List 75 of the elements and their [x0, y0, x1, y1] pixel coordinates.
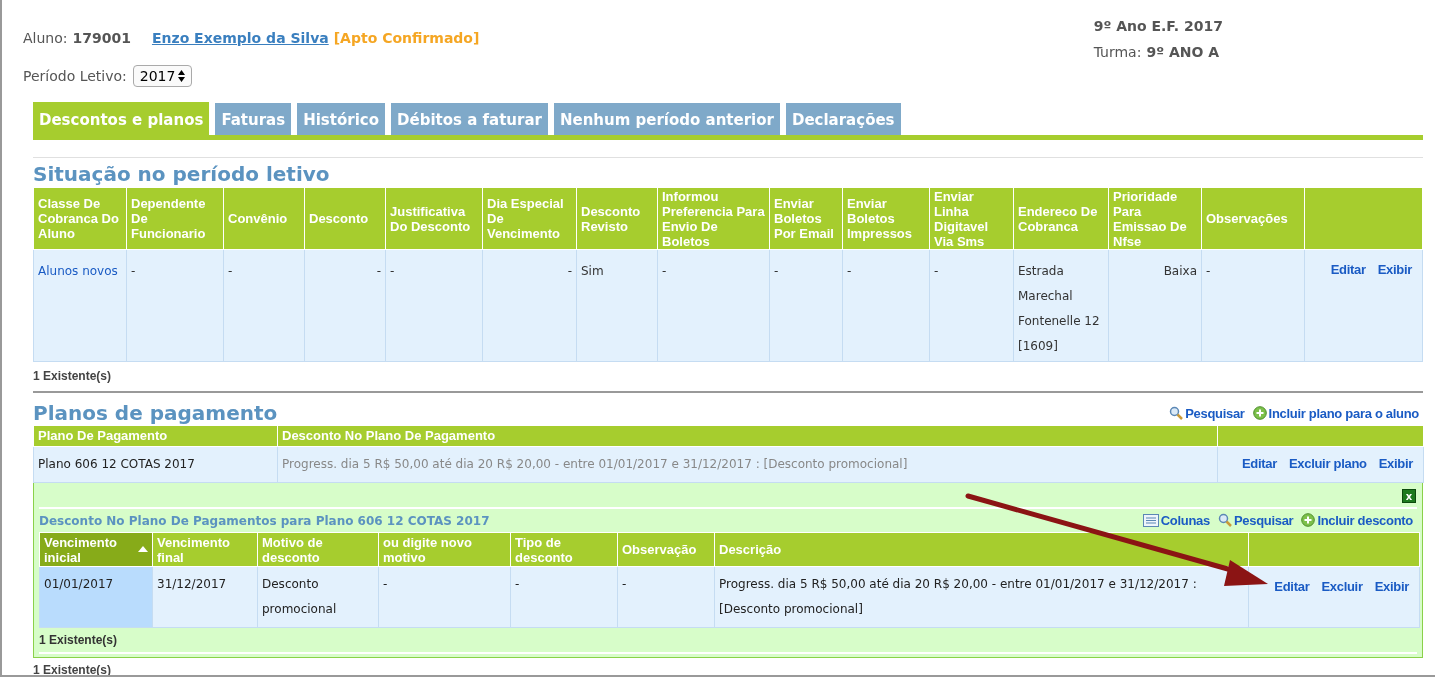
section-title: Situação no período letivo — [33, 161, 331, 187]
table-cell: Estrada Marechal Fontenelle 12 [1609] — [1013, 249, 1109, 362]
action-link[interactable]: Excluir — [1321, 577, 1363, 597]
detail-title: Desconto No Plano De Pagamentos para Plano 606 12 COTAS 2017 — [39, 513, 490, 530]
toolbar-link[interactable]: Colunas — [1142, 510, 1210, 530]
toolbar-link[interactable]: Pesquisar — [1169, 403, 1245, 423]
toolbar-link[interactable]: Pesquisar — [1217, 510, 1294, 530]
column-header: Prioridade Para Emissao De Nfse — [1108, 187, 1202, 250]
column-header: Enviar Boletos Por Email — [769, 187, 843, 250]
section-title: Planos de pagamento — [33, 401, 278, 425]
table-cell: - — [657, 249, 770, 362]
column-header: Convênio — [223, 187, 305, 250]
plus-icon — [1252, 406, 1267, 421]
column-header: Enviar Linha Digitavel Via Sms — [929, 187, 1014, 250]
class-link[interactable]: Alunos novos — [33, 249, 127, 362]
toolbar-link[interactable]: Incluir desconto — [1301, 510, 1413, 530]
table-cell: - — [482, 249, 577, 362]
table-cell: - — [769, 249, 843, 362]
student-status: [Apto Confirmado] — [333, 29, 480, 48]
table-cell: Desconto promocional — [257, 566, 379, 628]
period-select[interactable]: 2017 — [132, 65, 193, 87]
action-link[interactable]: Editar — [1241, 454, 1277, 474]
column-header: Justificativa Do Desconto — [385, 187, 483, 250]
table-cell: Sim — [576, 249, 658, 362]
table-cell: - — [510, 566, 618, 628]
action-link[interactable]: Excluir plano — [1288, 454, 1367, 474]
action-link[interactable]: Exibir — [1374, 577, 1409, 597]
column-header: Desconto — [304, 187, 386, 250]
table-cell: Baixa — [1108, 249, 1202, 362]
column-header: Classe De Cobranca Do Aluno — [33, 187, 127, 250]
search-icon — [1217, 513, 1232, 528]
action-link[interactable]: Editar — [1330, 260, 1366, 280]
toolbar-link[interactable]: Incluir plano para o aluno — [1252, 403, 1419, 423]
column-header: Endereco De Cobranca — [1013, 187, 1109, 250]
record-count: 1 Existente(s) — [33, 662, 113, 677]
column-header: Dependente De Funcionario — [126, 187, 224, 250]
table-cell: - — [842, 249, 930, 362]
table-cell: Progress. dia 5 R$ 50,00 até dia 20 R$ 20,00 - entre 01/01/2017 e 31/12/2017 : [Desconto promocional] — [277, 446, 1218, 482]
search-icon — [1169, 406, 1184, 421]
column-header: Dia Especial De Vencimento — [482, 187, 577, 250]
action-link[interactable]: Exibir — [1378, 454, 1413, 474]
table-cell: - — [126, 249, 224, 362]
table-cell: - — [617, 566, 715, 628]
record-count: 1 Existente(s) — [39, 632, 119, 649]
class-text: 9º ANO A — [1146, 43, 1220, 62]
table-cell: - — [385, 249, 483, 362]
table-cell: - — [223, 249, 305, 362]
stepper-icon — [178, 70, 186, 82]
table-cell: - — [929, 249, 1014, 362]
column-header: Enviar Boletos Impressos — [842, 187, 930, 250]
student-label: Aluno: — [23, 29, 68, 48]
table-cell: - — [378, 566, 511, 628]
column-header: Desconto Revisto — [576, 187, 658, 250]
table-cell: 31/12/2017 — [152, 566, 258, 628]
sort-icon — [138, 546, 148, 552]
column-header: Observações — [1201, 187, 1305, 250]
record-count: 1 Existente(s) — [33, 368, 113, 385]
table-cell: - — [304, 249, 386, 362]
plus-icon — [1301, 513, 1316, 528]
action-link[interactable]: Exibir — [1377, 260, 1412, 280]
table-cell: - — [1201, 249, 1305, 362]
table-cell: 01/01/2017 — [39, 566, 153, 628]
table-cell: Progress. dia 5 R$ 50,00 até dia 20 R$ 20,00 - entre 01/01/2017 e 31/12/2017 : [Desconto promocional] — [714, 566, 1249, 628]
course-text: 9º Ano E.F. 2017 — [1093, 17, 1223, 36]
column-header: Plano De Pagamento — [33, 425, 278, 446]
action-link[interactable]: Editar — [1274, 577, 1310, 597]
list-icon — [1142, 513, 1159, 527]
period-label: Período Letivo: — [23, 66, 127, 86]
column-header: Informou Preferencia Para Envio De Boletos — [657, 187, 770, 250]
table-cell: Plano 606 12 COTAS 2017 — [33, 446, 278, 482]
student-id: 179001 — [72, 29, 131, 48]
class-label: Turma: — [1093, 43, 1142, 62]
student-name-link[interactable]: Enzo Exemplo da Silva — [151, 28, 329, 49]
close-button[interactable]: x — [1402, 488, 1416, 503]
column-header: Desconto No Plano De Pagamento — [277, 425, 1218, 446]
